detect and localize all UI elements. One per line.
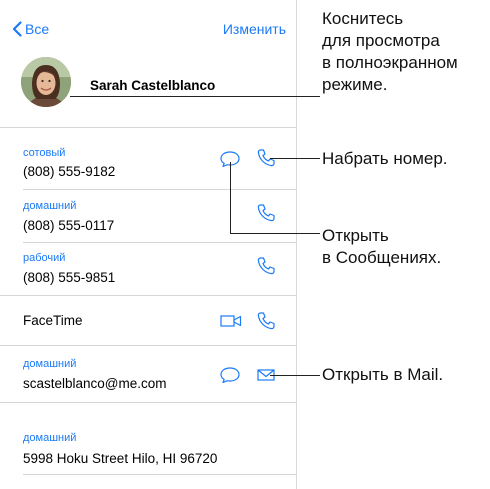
address-value[interactable]: 5998 Hoku Street Hilo, HI 96720 (23, 451, 217, 466)
phone-number-work[interactable]: (808) 555-9851 (23, 270, 115, 285)
divider (0, 295, 296, 296)
message-bubble-icon[interactable] (219, 366, 241, 384)
phone-number-mobile[interactable]: (808) 555-9182 (23, 164, 115, 179)
email-label: домашний (23, 358, 77, 370)
callout-message-line2: в Сообщениях. (322, 248, 442, 267)
callout-mail: Открыть в Mail. (322, 365, 444, 384)
divider (0, 345, 296, 346)
callout-photo-line1: Коснитесь (322, 9, 404, 28)
phone-label-home: домашний (23, 200, 77, 212)
callout-message-line1: Открыть (322, 226, 389, 245)
callout-line-mail (270, 375, 320, 376)
back-button[interactable]: Все (12, 21, 49, 37)
callout-line-message-vertical (230, 162, 231, 234)
phone-icon[interactable] (256, 311, 276, 331)
callout-call: Набрать номер. (322, 149, 448, 168)
divider (23, 189, 296, 190)
phone-label-work: рабочий (23, 252, 66, 264)
phone-icon[interactable] (256, 203, 276, 223)
phone-number-home[interactable]: (808) 555-0117 (23, 218, 114, 233)
back-button-label: Все (25, 21, 50, 37)
divider (0, 402, 296, 403)
chevron-left-icon (12, 21, 22, 37)
edit-button[interactable]: Изменить (223, 21, 286, 37)
address-label: домашний (23, 432, 77, 444)
callout-line-photo (70, 96, 320, 97)
contact-card: Все Изменить Sarah Castelblanco сотовый … (0, 0, 297, 489)
avatar[interactable] (21, 57, 71, 107)
phone-icon[interactable] (256, 256, 276, 276)
callout-photo-line4: режиме. (322, 75, 388, 94)
callout-message: Открыть в Сообщениях. (322, 225, 441, 269)
callout-photo: Коснитесь для просмотра в полноэкранном … (322, 8, 458, 96)
divider (23, 242, 296, 243)
contact-name: Sarah Castelblanco (90, 78, 216, 93)
callout-photo-line3: в полноэкранном (322, 53, 458, 72)
divider (23, 474, 296, 475)
email-address[interactable]: scastelblanco@me.com (23, 376, 167, 391)
facetime-label: FaceTime (23, 313, 83, 328)
avatar-photo (21, 57, 71, 107)
video-camera-icon[interactable] (219, 312, 243, 330)
callout-line-call (270, 158, 320, 159)
callout-line-message (230, 233, 320, 234)
divider (0, 127, 296, 128)
phone-label-mobile: сотовый (23, 147, 66, 159)
callout-photo-line2: для просмотра (322, 31, 440, 50)
